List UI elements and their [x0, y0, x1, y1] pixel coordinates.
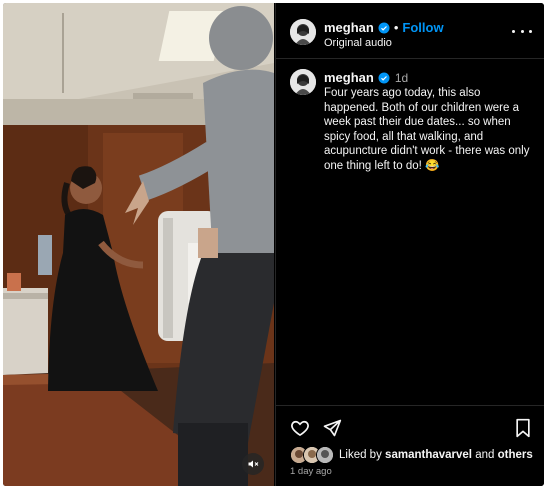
likes-prefix: Liked by — [339, 449, 382, 461]
post-modal: meghan • Follow Original audio meghan 1d… — [3, 3, 544, 486]
avatar-image — [290, 19, 316, 45]
post-side-panel: meghan • Follow Original audio meghan 1d… — [275, 3, 544, 486]
original-audio-link[interactable]: Original audio — [324, 37, 392, 49]
follow-button[interactable]: Follow — [402, 20, 443, 35]
likes-summary: Liked by samanthavarvel and others — [290, 446, 533, 464]
caption-username[interactable]: meghan — [324, 70, 374, 85]
verified-badge-icon — [378, 72, 390, 83]
more-dot-icon — [520, 29, 524, 33]
header-username[interactable]: meghan — [324, 20, 374, 35]
save-button[interactable] — [514, 418, 532, 443]
actions-section: Liked by samanthavarvel and others 1 day… — [276, 405, 544, 486]
header-avatar[interactable] — [290, 19, 316, 45]
more-dot-icon — [512, 29, 515, 33]
mute-button[interactable] — [242, 453, 264, 475]
more-dot-icon — [529, 29, 532, 33]
caption-text: Four years ago today, this also happened… — [324, 87, 530, 172]
page-frame: meghan • Follow Original audio meghan 1d… — [0, 0, 547, 489]
header-username-row: meghan • Follow — [324, 20, 444, 35]
liker-avatar[interactable] — [316, 446, 334, 464]
header-separator: • — [393, 20, 399, 35]
likes-and: and — [475, 449, 495, 461]
share-button[interactable] — [322, 418, 342, 443]
verified-badge-icon — [378, 22, 390, 33]
video-frame-image — [3, 3, 274, 486]
caption-head: meghan 1d — [324, 70, 408, 85]
more-options-button[interactable] — [512, 25, 532, 37]
likes-others-link[interactable]: others — [498, 449, 533, 461]
likes-text: Liked by samanthavarvel and others — [339, 449, 533, 461]
caption-avatar[interactable] — [290, 69, 316, 95]
likes-user-link[interactable]: samanthavarvel — [385, 449, 472, 461]
heart-icon — [291, 420, 309, 437]
caption-timestamp: 1d — [394, 70, 409, 85]
post-header: meghan • Follow Original audio — [276, 3, 544, 59]
bookmark-icon — [516, 418, 530, 438]
share-paper-plane-icon — [323, 419, 342, 437]
reel-video[interactable] — [3, 3, 274, 486]
avatar-image — [317, 447, 333, 463]
like-button[interactable] — [290, 418, 310, 443]
post-time-ago: 1 day ago — [290, 466, 332, 477]
avatar-image — [290, 69, 316, 95]
muted-speaker-icon — [248, 460, 259, 468]
